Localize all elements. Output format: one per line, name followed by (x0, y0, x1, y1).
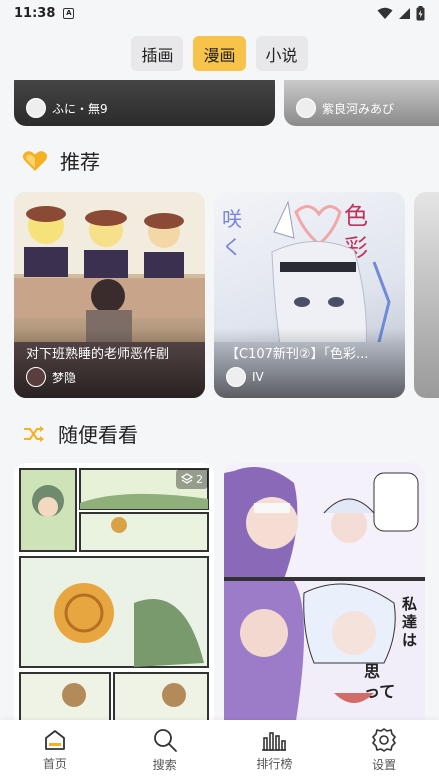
artwork-card[interactable]: ふに・無9 (14, 80, 275, 126)
recommend-list: 对下班熟睡的老师恶作剧 梦隐 色 彩 咲 く 【C107新刊②】「色彩... I… (14, 192, 439, 398)
author-name: IV (252, 370, 264, 384)
recommend-card[interactable] (414, 192, 439, 398)
heart-icon (22, 150, 48, 171)
battery-icon (416, 5, 425, 20)
tab-novel[interactable]: 小说 (255, 36, 308, 71)
nav-ranking[interactable]: 排行榜 (239, 728, 309, 772)
svg-text:達: 達 (402, 613, 417, 631)
nav-label: 搜索 (152, 758, 177, 772)
artwork-card[interactable]: 紫良河みあび (284, 80, 439, 126)
svg-text:は: は (402, 631, 417, 649)
section-title: 推荐 (60, 150, 100, 174)
author-name: 梦隐 (52, 370, 77, 385)
nav-label: 排行榜 (256, 757, 293, 771)
nav-label: 设置 (372, 758, 397, 772)
nav-settings[interactable]: 设置 (349, 727, 419, 773)
page-count-badge: 2 (176, 469, 208, 489)
random-card[interactable]: 私 達 は 思 って (224, 463, 425, 733)
card-author: IV (226, 367, 264, 387)
svg-text:色: 色 (344, 202, 368, 230)
card-author: ふに・無9 (26, 98, 108, 118)
wifi-icon (377, 7, 393, 19)
home-icon (44, 730, 65, 750)
card-author: 紫良河みあび (296, 98, 394, 118)
nav-search[interactable]: 搜索 (130, 727, 200, 773)
layers-icon (181, 473, 193, 484)
avatar (226, 367, 246, 387)
category-tabs: 插画 漫画 小说 (0, 36, 439, 71)
section-title: 随便看看 (58, 423, 138, 447)
avatar (296, 98, 316, 118)
svg-text:咲: 咲 (222, 207, 242, 231)
nav-label: 首页 (42, 757, 67, 771)
card-title: 【C107新刊②】「色彩... (226, 347, 369, 362)
nav-home[interactable]: 首页 (20, 728, 90, 772)
svg-text:私: 私 (401, 595, 417, 613)
gear-icon (372, 728, 396, 752)
signal-icon (399, 7, 410, 19)
bottom-nav: 首页 搜索 排行榜 设置 (0, 720, 439, 780)
manga-thumbnail: 私 達 は 思 って (224, 463, 425, 733)
random-header: 随便看看 (22, 419, 138, 448)
sim-icon: A (63, 7, 75, 19)
card-shade (14, 328, 205, 398)
ranking-icon (262, 732, 287, 751)
svg-text:く: く (222, 235, 242, 259)
previous-card-row: ふに・無9 紫良河みあび (14, 80, 439, 126)
search-icon (153, 729, 177, 752)
card-title: 对下班熟睡的老师恶作剧 (26, 347, 170, 362)
author-name: ふに・無9 (52, 101, 108, 116)
status-bar: 11:38 A (0, 0, 439, 26)
status-time: 11:38 (14, 5, 56, 21)
svg-text:思: 思 (364, 662, 380, 681)
random-list: 2 私 達 は 思 って (14, 463, 425, 733)
svg-text:って: って (364, 682, 395, 701)
avatar (26, 367, 46, 387)
shuffle-icon (24, 425, 44, 442)
recommend-card[interactable]: 色 彩 咲 く 【C107新刊②】「色彩... IV (214, 192, 405, 398)
manga-thumbnail (19, 468, 209, 733)
card-shade (214, 328, 405, 398)
avatar (26, 98, 46, 118)
card-author: 梦隐 (26, 367, 76, 387)
author-name: 紫良河みあび (322, 101, 395, 116)
recommend-card[interactable]: 对下班熟睡的老师恶作剧 梦隐 (14, 192, 205, 398)
tab-manga[interactable]: 漫画 (193, 36, 246, 71)
tab-illustration[interactable]: 插画 (131, 36, 184, 71)
random-card[interactable]: 2 (14, 463, 214, 733)
page-count: 2 (196, 472, 203, 486)
recommend-header: 推荐 (22, 146, 100, 175)
